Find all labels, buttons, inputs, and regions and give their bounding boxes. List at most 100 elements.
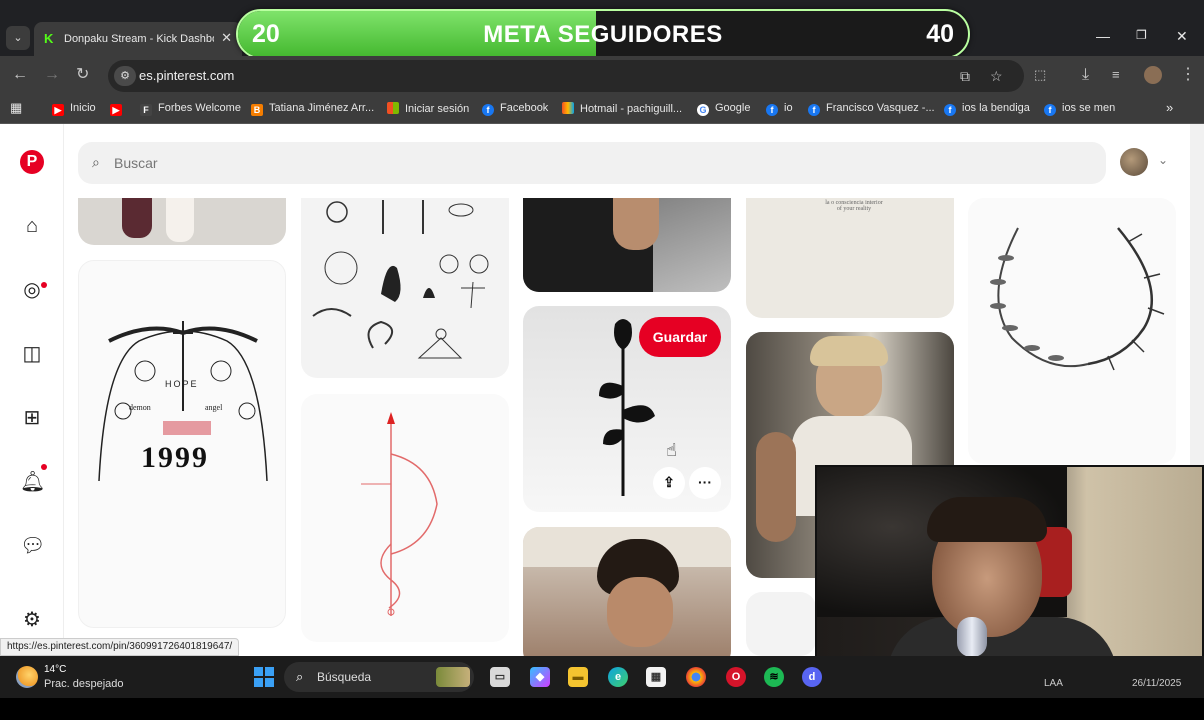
media-control-icon[interactable]: ≡ [1112, 66, 1120, 84]
bookmark-item[interactable]: F Forbes Welcome [140, 102, 241, 116]
chrome-icon[interactable] [686, 667, 706, 687]
bookmark-item[interactable]: G Google [697, 102, 750, 116]
restore-button[interactable]: ❐ [1136, 28, 1147, 42]
explore-notification-dot [41, 282, 47, 288]
browser-toolbar: ← → ↻ ⚙ es.pinterest.com ⧉ ☆ ⬚ ⤓ ≡ ⋮ [0, 56, 1204, 96]
bookmark-item[interactable]: Hotmail - pachiguill... [562, 102, 682, 115]
search-input[interactable]: Buscar [114, 155, 158, 171]
apps-grid-icon[interactable]: ▦ [10, 100, 22, 116]
tattoo-text-year: 1999 [141, 441, 209, 474]
browser-menu-icon[interactable]: ⋮ [1180, 66, 1196, 84]
google-icon: G [697, 104, 709, 116]
windows-start-icon[interactable] [254, 667, 274, 687]
create-plus-icon[interactable]: ⊞ [20, 406, 44, 430]
tab-close-icon[interactable]: ✕ [221, 30, 232, 46]
file-explorer-icon[interactable]: ▬ [568, 667, 588, 687]
download-icon[interactable]: ⤓ [1082, 66, 1089, 84]
explore-compass-icon[interactable]: ◎ [20, 278, 44, 302]
site-info-icon[interactable]: ⚙ [114, 66, 136, 86]
bookmark-label: Francisco Vasquez -... [826, 102, 935, 114]
copilot-icon[interactable]: ◆ [530, 667, 550, 687]
microphone-icon [957, 617, 987, 657]
windows-taskbar: 14°C Prac. despejado ⌕ Búsqueda ▭ ◆ ▬ e … [0, 656, 1204, 698]
forbes-icon: F [140, 104, 152, 116]
extensions-icon[interactable]: ⬚ [1034, 66, 1046, 84]
pin-flash-tattoo-sheet[interactable] [301, 198, 509, 378]
bookmark-item[interactable]: f ios la bendiga [944, 102, 1030, 116]
weather-temperature[interactable]: 14°C [44, 664, 66, 675]
home-icon[interactable]: ⌂ [20, 214, 44, 238]
forward-arrow-icon[interactable]: → [44, 66, 60, 84]
language-indicator[interactable]: LAA [1044, 678, 1063, 689]
back-arrow-icon[interactable]: ← [12, 66, 28, 84]
taskbar-date[interactable]: 26/11/2025 [1132, 678, 1181, 689]
account-chevron-down-icon[interactable]: ⌄ [1158, 153, 1168, 167]
search-bar[interactable]: ⌕ Buscar [78, 142, 1106, 184]
pin-red-sword-tattoo[interactable] [301, 394, 509, 642]
bookmark-label: Tatiana Jiménez Arr... [269, 102, 375, 114]
pinterest-sidebar: P ⌂ ◎ ◫ ⊞ 🔔︎ 💬︎ ⚙ [0, 124, 64, 656]
webcam-person-hair [927, 497, 1047, 542]
taskbar-search-label: Búsqueda [317, 670, 372, 684]
pin-partial[interactable] [746, 592, 816, 656]
pin-quote-paper[interactable]: la o consciencia interior of your realit… [746, 198, 954, 318]
pin-tattooed-hand-photo[interactable] [523, 198, 731, 292]
blogger-icon: B [251, 104, 263, 116]
bookmark-item[interactable]: Iniciar sesión [387, 102, 469, 115]
opera-icon[interactable]: O [726, 667, 746, 687]
profile-avatar-icon[interactable] [1144, 66, 1162, 84]
spotify-icon[interactable]: ≋ [764, 667, 784, 687]
discord-icon[interactable]: d [802, 667, 822, 687]
microsoft-icon [387, 102, 399, 114]
address-bar[interactable]: ⚙ es.pinterest.com ⧉ ☆ [108, 60, 1024, 92]
reload-icon[interactable]: ↻ [76, 66, 89, 84]
pin-curly-hair-photo[interactable] [523, 527, 731, 656]
notifications-bell-icon[interactable]: 🔔︎ [20, 470, 45, 494]
bookmark-item[interactable]: f Francisco Vasquez -... [808, 102, 935, 116]
minimize-button[interactable]: — [1096, 28, 1110, 44]
bookmark-item[interactable]: f Facebook [482, 102, 548, 116]
bookmark-item[interactable]: ▶ Inicio [52, 102, 96, 116]
close-window-button[interactable]: ✕ [1176, 28, 1188, 45]
search-icon: ⌕ [92, 154, 100, 170]
bookmark-star-icon[interactable]: ☆ [990, 68, 1003, 85]
pinterest-logo-icon[interactable]: P [20, 150, 44, 174]
bookmark-label: io [784, 102, 793, 114]
store-icon[interactable]: ▦ [646, 667, 666, 687]
pin-sneakers[interactable] [78, 198, 286, 245]
more-options-button[interactable]: ··· [689, 467, 721, 499]
install-app-icon[interactable]: ⧉ [960, 68, 970, 85]
save-pin-button[interactable]: Guardar [639, 317, 721, 357]
screen: ⌄ K Donpaku Stream - Kick Dashboard ✕ — … [0, 0, 1204, 720]
pin-laurel-thorn-crown[interactable] [968, 198, 1176, 464]
boards-icon[interactable]: ◫ [20, 342, 44, 366]
weather-icon[interactable] [16, 666, 38, 688]
more-bookmarks-chevron-icon[interactable]: » [1166, 100, 1173, 115]
weather-description[interactable]: Prac. despejado [44, 678, 124, 690]
streamer-webcam [815, 465, 1204, 685]
address-url[interactable]: es.pinterest.com [139, 68, 234, 83]
user-avatar[interactable] [1120, 148, 1148, 176]
share-upload-icon[interactable]: ⇪ [653, 467, 685, 499]
bookmark-label: Facebook [500, 102, 549, 114]
widgets-icon[interactable] [436, 667, 470, 687]
bookmark-item[interactable]: ▶ [110, 102, 128, 116]
search-icon: ⌕ [296, 669, 304, 684]
task-view-icon[interactable]: ▭ [490, 667, 510, 687]
tattoo-text-hope: HOPE [165, 379, 199, 389]
settings-gear-icon[interactable]: ⚙ [20, 608, 44, 632]
messages-icon[interactable]: 💬︎ [20, 534, 45, 558]
tattoo-text-demon: demon [129, 403, 151, 412]
notification-dot [41, 464, 47, 470]
bookmark-item[interactable]: f ios se men [1044, 102, 1115, 116]
pin-chest-tattoo[interactable]: HOPE demon angel 1999 [78, 260, 286, 628]
follower-goal-overlay: 20 META SEGUIDORES 40 [236, 9, 970, 59]
hand-cursor-icon: ☝︎ [666, 440, 677, 460]
bookmark-item[interactable]: B Tatiana Jiménez Arr... [251, 102, 374, 116]
bookmark-item[interactable]: f io [766, 102, 793, 116]
browser-tab[interactable]: K Donpaku Stream - Kick Dashboard ✕ [34, 22, 242, 56]
edge-icon[interactable]: e [608, 667, 628, 687]
kick-icon: K [44, 31, 54, 46]
facebook-icon: f [944, 104, 956, 116]
tab-search-chevron-icon[interactable]: ⌄ [6, 26, 30, 50]
